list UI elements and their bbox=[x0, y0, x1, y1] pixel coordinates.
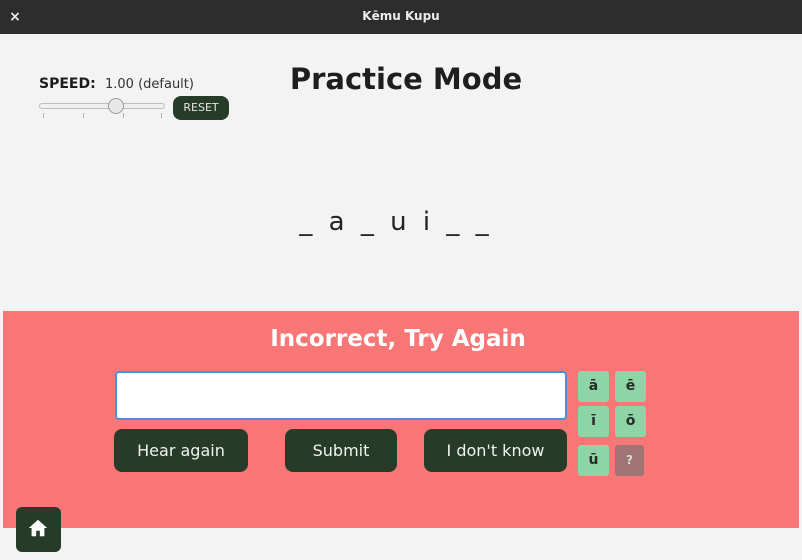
app-window: × Kēmu Kupu SPEED: 1.00 (default) RESET … bbox=[0, 0, 802, 560]
page-title: Practice Mode bbox=[289, 62, 523, 96]
title-bar: × Kēmu Kupu bbox=[0, 0, 802, 34]
slider-tick bbox=[83, 113, 84, 118]
slider-tick bbox=[161, 113, 162, 118]
macron-i-button[interactable]: ī bbox=[578, 406, 609, 437]
hear-again-button[interactable]: Hear again bbox=[114, 429, 248, 472]
slider-tick bbox=[123, 113, 124, 118]
answer-input[interactable] bbox=[115, 371, 567, 420]
slider-tick bbox=[43, 113, 44, 118]
macron-e-button[interactable]: ē bbox=[615, 371, 646, 402]
feedback-message: Incorrect, Try Again bbox=[270, 326, 526, 352]
home-button[interactable] bbox=[16, 507, 61, 552]
feedback-panel: Incorrect, Try Again Hear again Submit I… bbox=[3, 311, 799, 528]
help-button[interactable]: ? bbox=[615, 445, 644, 476]
window-title: Kēmu Kupu bbox=[362, 9, 440, 23]
macron-u-button[interactable]: ū bbox=[578, 445, 609, 476]
slider-thumb[interactable] bbox=[108, 98, 124, 114]
macron-a-button[interactable]: ā bbox=[578, 371, 609, 402]
speed-slider[interactable] bbox=[39, 98, 165, 120]
submit-button[interactable]: Submit bbox=[285, 429, 397, 472]
word-puzzle: _ a _ u i _ _ bbox=[299, 207, 493, 237]
macron-o-button[interactable]: ō bbox=[615, 406, 646, 437]
dont-know-button[interactable]: I don't know bbox=[424, 429, 567, 472]
slider-track bbox=[39, 103, 165, 109]
home-icon bbox=[28, 519, 48, 537]
reset-button[interactable]: RESET bbox=[173, 96, 229, 120]
main-content: SPEED: 1.00 (default) RESET Practice Mod… bbox=[3, 34, 799, 528]
